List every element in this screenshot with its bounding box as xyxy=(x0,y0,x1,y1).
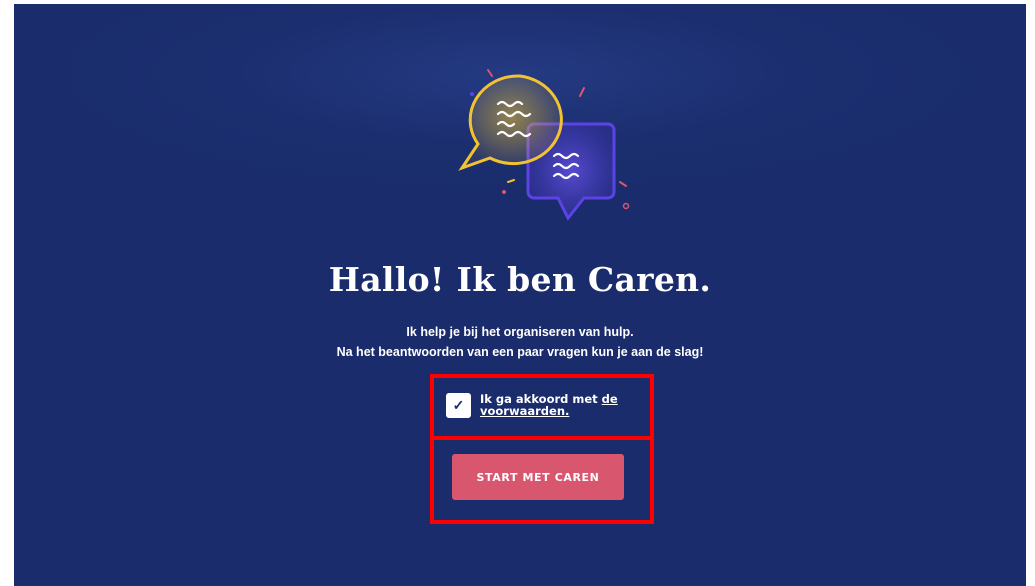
intro-text: Ik help je bij het organiseren van hulp.… xyxy=(14,322,1026,362)
intro-line-2: Na het beantwoorden van een paar vragen … xyxy=(336,345,704,359)
page-title: Hallo! Ik ben Caren. xyxy=(328,260,712,299)
chat-bubbles-icon xyxy=(458,69,630,221)
start-button[interactable]: START MET CAREN xyxy=(452,454,624,500)
terms-consent[interactable]: ✓ Ik ga akkoord met de voorwaarden. xyxy=(432,374,652,436)
checkmark-icon: ✓ xyxy=(452,396,465,413)
start-section: START MET CAREN xyxy=(432,438,652,524)
terms-label: Ik ga akkoord met de voorwaarden. xyxy=(480,393,630,417)
intro-line-1: Ik help je bij het organiseren van hulp. xyxy=(406,325,634,339)
welcome-screen: Hallo! Ik ben Caren. Ik help je bij het … xyxy=(14,4,1026,586)
terms-checkbox[interactable]: ✓ xyxy=(446,392,471,418)
